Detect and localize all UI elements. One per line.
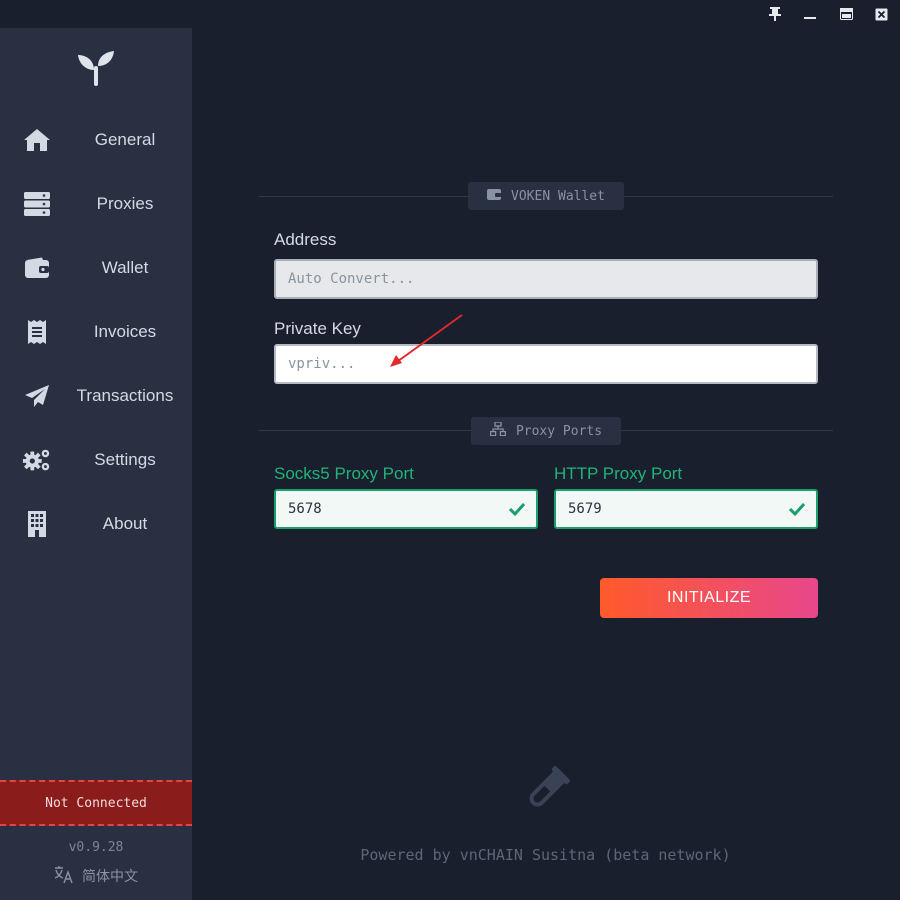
language-label: 简体中文 [82,868,138,884]
proxy-section-header: Proxy Ports [471,417,621,445]
private-key-placeholder: vpriv... [288,356,356,372]
socks5-port-value: 5678 [288,501,322,517]
section-title: VOKEN Wallet [511,188,605,204]
sidebar-item-label: General [94,130,156,149]
wallet-section-header: VOKEN Wallet [468,182,624,210]
section-title: Proxy Ports [515,423,603,439]
sprout-logo-icon [76,50,116,86]
title-bar [0,0,900,28]
test-tube-icon [520,764,572,816]
sidebar-item-wallet[interactable]: Wallet [0,240,192,296]
socks5-port-label: Socks5 Proxy Port [274,464,414,483]
http-port-label: HTTP Proxy Port [554,464,683,483]
check-icon [788,502,806,517]
sidebar: General Proxies Wallet Invoices Transact… [0,28,192,900]
private-key-label: Private Key [274,319,361,338]
sidebar-item-transactions[interactable]: Transactions [0,368,192,424]
sidebar-item-proxies[interactable]: Proxies [0,176,192,232]
address-placeholder: Auto Convert... [288,271,415,287]
private-key-input[interactable]: vpriv... [274,344,818,384]
http-port-value: 5679 [568,501,602,517]
language-switch[interactable]: 简体中文 [0,865,192,887]
version-label: v0.9.28 [68,840,124,855]
minimize-icon[interactable] [802,6,818,22]
network-icon [489,421,507,440]
wallet-icon [487,188,502,204]
sidebar-item-invoices[interactable]: Invoices [0,304,192,360]
gears-icon [22,446,52,474]
annotation-arrow-icon [390,314,463,367]
receipt-icon [22,318,52,346]
address-label: Address [274,230,337,249]
sidebar-item-label: About [102,514,148,533]
server-icon [22,190,52,218]
sidebar-item-label: Settings [94,450,156,469]
sidebar-item-settings[interactable]: Settings [0,432,192,488]
paper-plane-icon [22,382,52,410]
initialize-button[interactable]: INITIALIZE [600,578,818,618]
pin-icon[interactable] [767,6,783,22]
building-icon [22,510,52,538]
sidebar-item-label: Wallet [101,258,149,277]
sidebar-item-about[interactable]: About [0,496,192,552]
home-icon [22,126,52,154]
sidebar-item-label: Transactions [76,386,174,405]
http-port-input[interactable]: 5679 [554,489,818,529]
address-input[interactable]: Auto Convert... [274,259,818,299]
sidebar-item-general[interactable]: General [0,112,192,168]
socks5-port-input[interactable]: 5678 [274,489,538,529]
close-icon[interactable] [873,6,889,22]
translate-icon [54,865,74,887]
connection-status-badge: Not Connected [0,780,192,826]
footer-text: Powered by vnCHAIN Susitna (beta network… [360,846,731,864]
sidebar-item-label: Proxies [96,194,154,213]
wallet-icon [22,254,52,282]
check-icon [508,502,526,517]
maximize-icon[interactable] [838,6,854,22]
sidebar-item-label: Invoices [93,322,157,341]
